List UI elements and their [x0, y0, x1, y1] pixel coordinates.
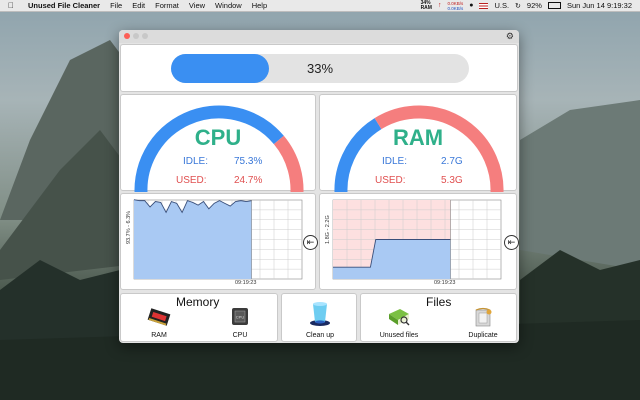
ram-used-value: 5.3G	[441, 175, 463, 186]
upload-arrow-icon: ↑	[437, 2, 442, 9]
cleanup-bin-icon	[310, 302, 330, 326]
ram-tool-label: RAM	[151, 332, 167, 339]
ram-history-panel: 1.8G - 2.2G 09:19:23 ⇤	[319, 193, 519, 290]
cpu-history-chart	[133, 199, 303, 280]
cpu-title: CPU	[194, 125, 242, 150]
wifi-icon[interactable]: ●	[469, 2, 473, 9]
menubar-clock[interactable]: Sun Jun 14 9:19:32	[567, 1, 632, 10]
cpu-tool-label: CPU	[232, 332, 248, 339]
cpu-chart-area-fill	[134, 199, 252, 279]
menu-format[interactable]: Format	[155, 1, 179, 10]
net-down: 0.0KB/s	[447, 5, 464, 11]
ram-idle-value: 2.7G	[441, 156, 463, 167]
progress-panel: 33%	[120, 44, 518, 92]
menu-bar:  Unused File Cleaner File Edit Format V…	[0, 0, 640, 12]
memory-title: Memory	[176, 295, 220, 309]
ram-gauge-panel: RAM IDLE: 2.7G USED: 5.3G	[319, 94, 517, 192]
ram-tool-button[interactable]: RAM	[141, 306, 177, 339]
unused-files-button[interactable]: Unused files	[371, 306, 427, 339]
menu-window[interactable]: Window	[215, 1, 242, 10]
ram-status-label: RAM	[420, 4, 432, 11]
battery-icon	[547, 2, 561, 9]
files-title: Files	[426, 295, 452, 309]
cpu-chart-ylabel: 93.7% - 6.3%	[126, 210, 132, 244]
cpu-used-value: 24.7%	[234, 175, 263, 186]
unused-files-book-icon	[389, 309, 410, 326]
files-panel: Files Unused files Duplicate	[360, 293, 517, 342]
cpu-idle-label: IDLE:	[183, 156, 209, 167]
cpu-idle-value: 75.3%	[234, 156, 263, 167]
memory-panel: Memory RAM CPU CPU	[120, 293, 278, 342]
ram-chip-icon	[147, 308, 171, 326]
ram-title: RAM	[392, 125, 444, 150]
cpu-gauge-panel: CPU IDLE: 75.3% USED: 24.7%	[120, 94, 316, 192]
duplicate-label: Duplicate	[468, 332, 498, 339]
progress-label: 33%	[306, 61, 334, 76]
cpu-used-label: USED:	[176, 175, 207, 186]
cpu-collapse-button[interactable]: ⇤	[303, 235, 318, 250]
cleanup-button[interactable]: Clean up	[295, 298, 345, 339]
gear-icon[interactable]: ⚙	[506, 31, 514, 42]
menu-app-name[interactable]: Unused File Cleaner	[28, 1, 100, 10]
unused-files-label: Unused files	[379, 332, 419, 339]
ram-status-item[interactable]: 34% RAM	[420, 0, 432, 11]
duplicate-files-icon	[475, 307, 492, 327]
menu-help[interactable]: Help	[252, 1, 267, 10]
battery-percent[interactable]: 92%	[527, 1, 542, 10]
ram-chart-xtick: 09:19:23	[434, 280, 456, 286]
cpu-tool-button[interactable]: CPU CPU	[222, 306, 258, 339]
ram-collapse-button[interactable]: ⇤	[504, 235, 519, 250]
ram-used-label: USED:	[375, 175, 406, 186]
cleanup-panel: Clean up	[281, 293, 357, 342]
cpu-chip-icon: CPU	[232, 308, 248, 325]
svg-text:CPU: CPU	[236, 315, 245, 320]
cleanup-label: Clean up	[305, 332, 335, 339]
progress-bar: 33%	[171, 54, 469, 83]
flag-icon	[479, 2, 489, 9]
title-bar: ⚙	[119, 30, 519, 43]
menu-view[interactable]: View	[189, 1, 205, 10]
zoom-window-button[interactable]	[142, 33, 148, 39]
duplicate-button[interactable]: Duplicate	[458, 306, 508, 339]
apple-icon[interactable]: 	[8, 1, 18, 10]
minimize-window-button[interactable]	[133, 33, 139, 39]
input-source[interactable]: U.S.	[494, 1, 509, 10]
menu-file[interactable]: File	[110, 1, 122, 10]
ram-history-chart	[332, 199, 502, 280]
menu-edit[interactable]: Edit	[132, 1, 145, 10]
cpu-chart-xtick: 09:19:23	[235, 280, 257, 286]
network-status-item[interactable]: 0.0KB/s 0.0KB/s	[447, 1, 463, 11]
app-window: ⚙ 33% CPU IDLE: 75.3% USED: 24.7% RAM ID…	[119, 30, 519, 343]
sync-icon[interactable]: ↻	[515, 2, 521, 10]
cpu-history-panel: 93.7% - 6.3% 09:19:23 ⇤	[120, 193, 318, 290]
ram-chart-ylabel: 1.8G - 2.2G	[325, 215, 331, 244]
ram-idle-label: IDLE:	[382, 156, 408, 167]
close-window-button[interactable]	[124, 33, 130, 39]
